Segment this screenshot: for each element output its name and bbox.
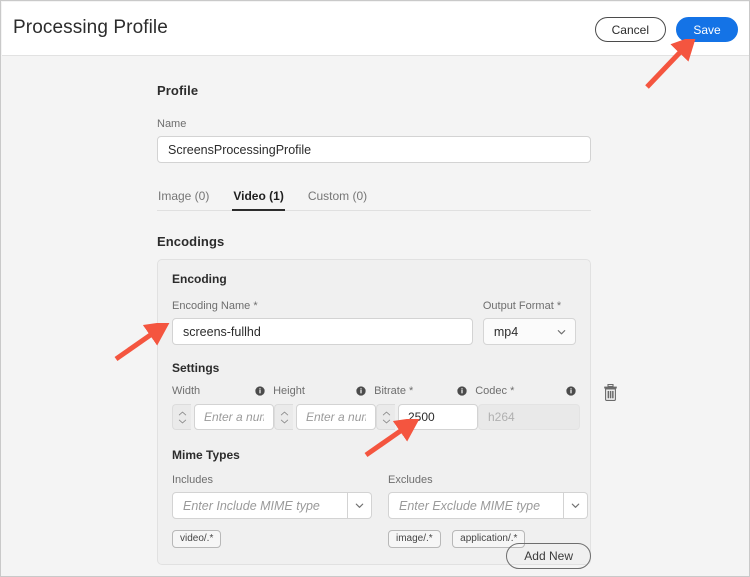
page-title: Processing Profile xyxy=(13,17,168,39)
mime-fields-row: Includes video/.* xyxy=(172,474,576,548)
tab-video[interactable]: Video (1) xyxy=(232,189,284,210)
save-button[interactable]: Save xyxy=(676,17,738,42)
encoding-card-title: Encoding xyxy=(172,272,576,286)
bitrate-field xyxy=(376,404,478,430)
processing-profile-page: Processing Profile Cancel Save Profile N… xyxy=(0,0,750,577)
page-content: Profile Name Image (0) Video (1) Custom … xyxy=(2,56,750,577)
bitrate-label-cell: Bitrate * xyxy=(374,385,475,397)
excludes-group: Excludes image/.* application/.* xyxy=(388,474,588,548)
cancel-button[interactable]: Cancel xyxy=(595,17,666,42)
settings-title: Settings xyxy=(172,361,576,375)
page-header: Processing Profile Cancel Save xyxy=(2,2,750,56)
includes-group: Includes video/.* xyxy=(172,474,372,548)
mime-types-group: Mime Types Includes video/.* xyxy=(172,448,576,548)
width-label: Width xyxy=(172,385,200,397)
output-format-label: Output Format * xyxy=(483,300,576,312)
encoding-name-row: Encoding Name * Output Format * mp4 xyxy=(172,300,576,345)
codec-label: Codec * xyxy=(475,385,514,397)
width-input[interactable] xyxy=(194,404,274,430)
codec-label-cell: Codec * xyxy=(475,385,576,397)
encodings-section-title-wrap: Encodings xyxy=(157,234,224,249)
encoding-name-group: Encoding Name * xyxy=(172,300,473,345)
width-stepper[interactable] xyxy=(172,404,191,430)
settings-inputs-row xyxy=(172,404,576,430)
height-label-cell: Height xyxy=(273,385,374,397)
height-field xyxy=(274,404,376,430)
settings-labels-row: Width Height Bitrate * xyxy=(172,385,576,397)
bitrate-label: Bitrate * xyxy=(374,385,413,397)
name-field-group: Name xyxy=(157,118,591,163)
encodings-section-title: Encodings xyxy=(157,234,224,249)
profile-section-title: Profile xyxy=(157,83,198,98)
width-field xyxy=(172,404,274,430)
bitrate-stepper[interactable] xyxy=(376,404,395,430)
includes-label: Includes xyxy=(172,474,372,486)
info-icon[interactable] xyxy=(255,386,265,396)
excludes-dropdown-button[interactable] xyxy=(564,492,588,519)
output-format-group: Output Format * mp4 xyxy=(483,300,576,345)
encoding-name-input[interactable] xyxy=(172,318,473,345)
codec-input xyxy=(478,404,580,430)
codec-field xyxy=(478,404,580,430)
info-icon[interactable] xyxy=(356,386,366,396)
bitrate-input[interactable] xyxy=(398,404,478,430)
excludes-input[interactable] xyxy=(388,492,564,519)
add-new-button[interactable]: Add New xyxy=(506,543,591,569)
header-actions: Cancel Save xyxy=(595,17,738,42)
profile-tabs: Image (0) Video (1) Custom (0) xyxy=(157,189,591,211)
info-icon[interactable] xyxy=(457,386,467,396)
encoding-card: Encoding Encoding Name * Output Format *… xyxy=(157,259,591,565)
tab-custom[interactable]: Custom (0) xyxy=(307,189,368,210)
excludes-label: Excludes xyxy=(388,474,588,486)
settings-group: Settings Width Height xyxy=(172,361,576,430)
height-label: Height xyxy=(273,385,305,397)
delete-encoding-button[interactable] xyxy=(603,384,618,401)
mime-types-title: Mime Types xyxy=(172,448,576,462)
tab-image[interactable]: Image (0) xyxy=(157,189,210,210)
name-label: Name xyxy=(157,118,591,130)
width-label-cell: Width xyxy=(172,385,273,397)
output-format-select[interactable]: mp4 xyxy=(483,318,576,345)
footer-actions: Add New xyxy=(157,543,591,569)
profile-section: Profile xyxy=(157,83,198,98)
encoding-name-label: Encoding Name * xyxy=(172,300,473,312)
height-input[interactable] xyxy=(296,404,376,430)
info-icon[interactable] xyxy=(566,386,576,396)
includes-input[interactable] xyxy=(172,492,348,519)
includes-dropdown-button[interactable] xyxy=(348,492,372,519)
height-stepper[interactable] xyxy=(274,404,293,430)
name-input[interactable] xyxy=(157,136,591,163)
